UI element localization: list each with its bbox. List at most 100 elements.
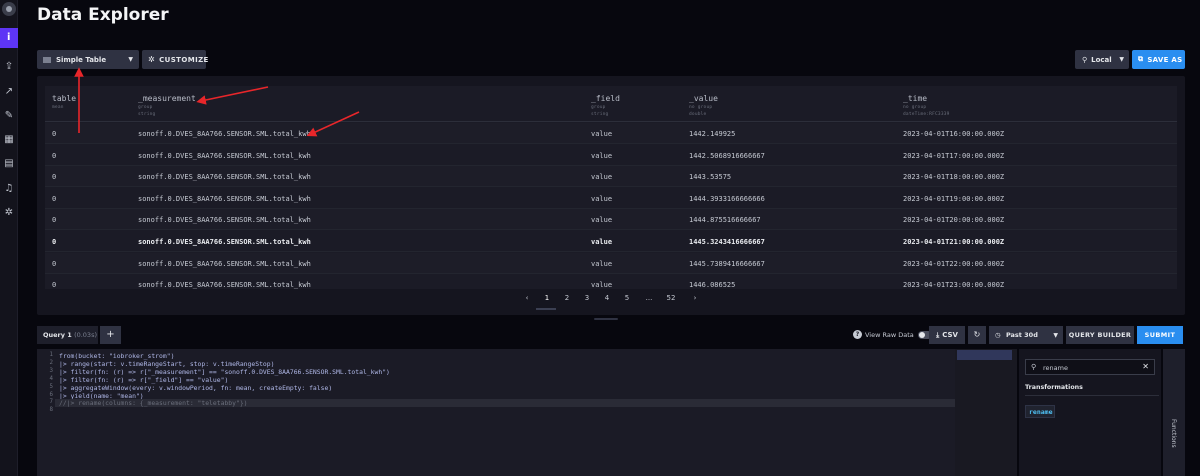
table-row[interactable]: 0 sonoff.0.DVES_8AA766.SENSOR.SML.total_k… <box>45 145 1177 166</box>
page-button-52[interactable]: 52 <box>664 294 678 302</box>
table-cell: 2023-04-01T19:00:00.000Z <box>903 194 1005 203</box>
functions-tab[interactable]: Functions <box>1163 349 1185 476</box>
table-header: table mean _measurement group string _fi… <box>45 86 1177 122</box>
table-cell: 2023-04-01T17:00:00.000Z <box>903 151 1005 160</box>
line-number: 1 <box>49 352 54 358</box>
view-raw-data-label: View Raw Data <box>865 330 914 339</box>
column-header-measurement[interactable]: _measurement group string <box>138 94 196 117</box>
left-nav: i ⇪ ↗ ✎ ▦ ▤ ♫ ✲ <box>0 0 18 476</box>
column-header-time[interactable]: _time no group dateTime:RFC3339 <box>903 94 950 117</box>
table-row[interactable]: 0 sonoff.0.DVES_8AA766.SENSOR.SML.total_k… <box>45 209 1177 231</box>
csv-download-button[interactable]: ⤓ CSV <box>929 326 965 344</box>
table-row[interactable]: 0 sonoff.0.DVES_8AA766.SENSOR.SML.total_k… <box>45 252 1177 274</box>
table-row[interactable]: 0 sonoff.0.DVES_8AA766.SENSOR.SML.total_k… <box>45 166 1177 188</box>
view-raw-data-toggle[interactable]: ? View Raw Data <box>853 330 932 339</box>
column-group: no group <box>903 105 927 110</box>
table-row[interactable]: 0 sonoff.0.DVES_8AA766.SENSOR.SML.total_k… <box>45 123 1177 144</box>
table-cell: 1444.875516666667 <box>689 216 761 225</box>
table-cell: sonoff.0.DVES_8AA766.SENSOR.SML.total_kw… <box>138 130 311 138</box>
gear-icon: ✲ <box>148 55 156 64</box>
column-header-table[interactable]: table mean <box>52 94 76 112</box>
table-cell: 2023-04-01T23:00:00.000Z <box>903 281 1005 289</box>
page-button-2[interactable]: 2 <box>560 294 574 302</box>
submit-button[interactable]: SUBMIT <box>1137 326 1183 344</box>
code-line[interactable]: |> filter(fn: (r) => r["_measurement"] =… <box>59 368 390 376</box>
save-as-button[interactable]: ⧉ SAVE AS <box>1132 50 1185 69</box>
page-button-1[interactable]: 1 <box>536 294 556 310</box>
panel-resize-handle[interactable] <box>0 317 1200 321</box>
table-row[interactable]: 0 sonoff.0.DVES_8AA766.SENSOR.SML.total_k… <box>45 274 1177 289</box>
table-cell: 0 <box>52 259 57 268</box>
table-cell: 2023-04-01T16:00:00.000Z <box>903 130 1005 138</box>
results-panel: table mean _measurement group string _fi… <box>37 76 1185 315</box>
prev-page-button[interactable]: ‹ <box>520 294 534 302</box>
chevron-down-icon: ▼ <box>128 56 133 63</box>
calendar-icon[interactable]: ▤ <box>3 158 15 170</box>
line-number-gutter: 12345678 <box>37 349 55 476</box>
page-button-3[interactable]: 3 <box>580 294 594 302</box>
column-type: string <box>591 112 609 117</box>
function-search-value: rename <box>1043 364 1068 372</box>
code-line[interactable]: |> aggregateWindow(every: v.windowPeriod… <box>59 384 332 392</box>
table-row[interactable]: 0 sonoff.0.DVES_8AA766.SENSOR.SML.total_k… <box>45 231 1177 252</box>
customize-button[interactable]: ✲ CUSTOMIZE <box>142 50 208 69</box>
column-group: group <box>591 105 606 110</box>
dashboard-icon[interactable]: ▦ <box>3 134 15 146</box>
table-cell: value <box>591 151 613 160</box>
gear-icon[interactable]: ✲ <box>3 207 15 219</box>
table-cell: 0 <box>52 173 57 182</box>
bell-icon[interactable]: ♫ <box>3 183 15 195</box>
query-builder-button[interactable]: QUERY BUILDER <box>1066 326 1134 344</box>
upload-icon[interactable]: ⇪ <box>3 61 15 73</box>
results-table[interactable]: table mean _measurement group string _fi… <box>45 86 1177 289</box>
chart-icon[interactable]: ↗ <box>3 86 15 98</box>
function-item-rename[interactable]: rename <box>1025 405 1055 418</box>
column-group: mean <box>52 105 64 110</box>
column-type: double <box>689 112 707 117</box>
table-cell: 1442.5068916666667 <box>689 151 765 160</box>
save-icon: ⧉ <box>1138 55 1144 63</box>
code-line[interactable]: //|> rename(columns: {_measurement: "tel… <box>55 399 967 408</box>
nav-item-data-explorer[interactable]: i <box>0 28 18 48</box>
visualization-select[interactable]: Simple Table ▼ <box>37 50 139 69</box>
table-cell: sonoff.0.DVES_8AA766.SENSOR.SML.total_kw… <box>138 194 311 203</box>
minimap-viewport[interactable] <box>957 350 1012 360</box>
column-type: dateTime:RFC3339 <box>903 112 950 117</box>
pencil-icon[interactable]: ✎ <box>3 110 15 122</box>
logo-icon[interactable] <box>2 2 16 16</box>
line-number: 7 <box>49 399 54 406</box>
column-header-value[interactable]: _value no group double <box>689 94 718 117</box>
time-range-select[interactable]: ◷ Past 30d ▼ <box>989 326 1063 344</box>
next-page-button[interactable]: › <box>688 294 702 302</box>
clear-search-icon[interactable]: ✕ <box>1142 362 1149 371</box>
search-icon: ⚲ <box>1031 363 1037 371</box>
function-search-input[interactable]: ⚲ rename ✕ <box>1025 359 1155 375</box>
code-minimap[interactable] <box>955 349 1017 476</box>
add-query-button[interactable]: + <box>100 326 121 344</box>
refresh-button[interactable]: ↻ <box>968 326 986 344</box>
help-icon[interactable]: ? <box>853 330 862 339</box>
drag-handle[interactable] <box>594 318 618 320</box>
column-name: _field <box>591 94 620 103</box>
code-line[interactable]: |> filter(fn: (r) => r["_field"] == "val… <box>59 376 228 384</box>
table-cell: value <box>591 173 613 182</box>
column-header-field[interactable]: _field group string <box>591 94 620 117</box>
table-cell: sonoff.0.DVES_8AA766.SENSOR.SML.total_kw… <box>138 173 311 182</box>
table-row[interactable]: 0 sonoff.0.DVES_8AA766.SENSOR.SML.total_k… <box>45 188 1177 209</box>
timezone-select[interactable]: ⚲ Local ▼ <box>1075 50 1129 69</box>
page-button-4[interactable]: 4 <box>600 294 614 302</box>
line-number: 2 <box>49 359 54 366</box>
table-cell: 0 <box>52 216 57 225</box>
flux-editor[interactable]: 12345678 from(bucket: "iobroker_strom") … <box>37 349 1017 476</box>
functions-tab-label: Functions <box>1170 419 1177 448</box>
save-as-label: SAVE AS <box>1147 55 1183 64</box>
query-tab-time: (0.03s) <box>74 331 97 339</box>
code-line[interactable]: from(bucket: "iobroker_strom") <box>59 352 174 360</box>
table-cell: 1443.53575 <box>689 173 732 182</box>
code-line[interactable]: |> range(start: v.timeRangeStart, stop: … <box>59 360 274 368</box>
page-button-5[interactable]: 5 <box>620 294 634 302</box>
functions-section-title: Transformations <box>1025 384 1083 391</box>
code-line[interactable]: |> yield(name: "mean") <box>59 392 144 400</box>
query-tab[interactable]: Query 1 (0.03s) <box>37 326 98 344</box>
visualization-select-label: Simple Table <box>56 55 107 64</box>
